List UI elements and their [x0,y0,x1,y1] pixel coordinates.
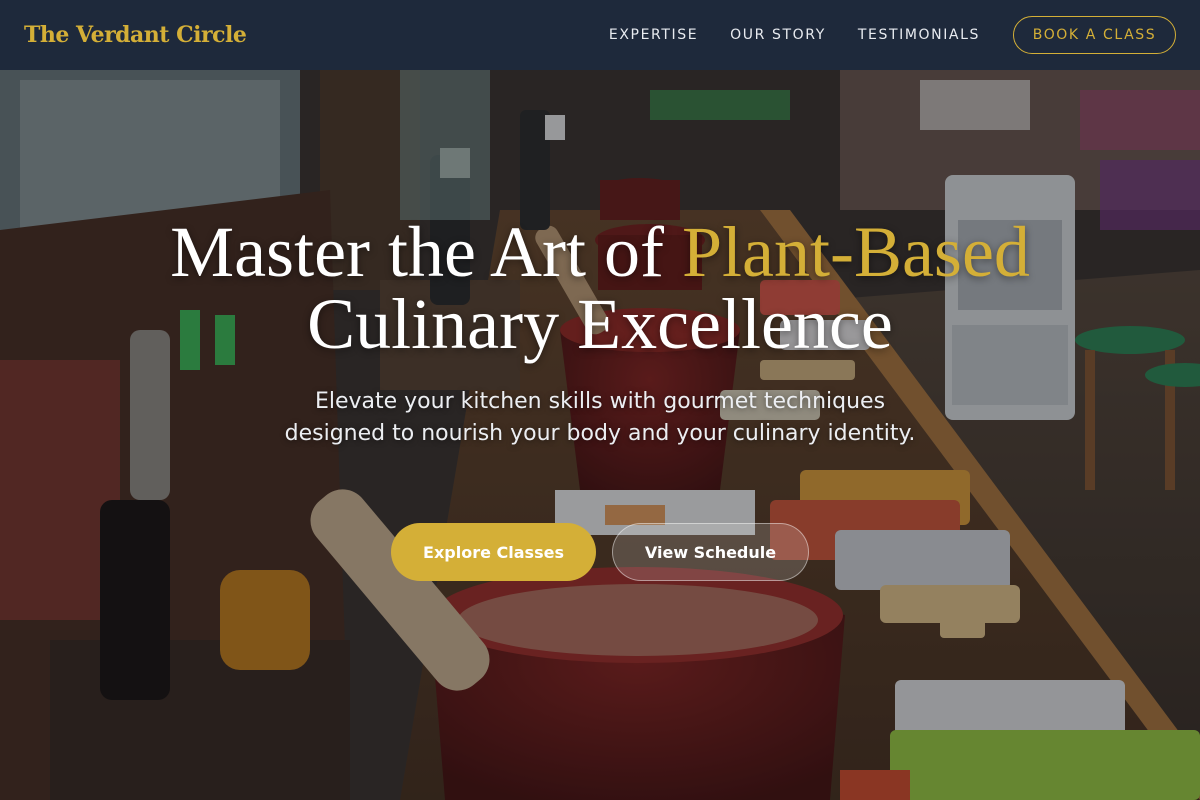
hero-content: Master the Art of Plant-Based Culinary E… [0,70,1200,800]
hero-section: Master the Art of Plant-Based Culinary E… [0,70,1200,800]
explore-classes-button[interactable]: Explore Classes [391,523,596,581]
hero-headline-lead: Master the Art of [170,212,682,292]
nav-link-our-story[interactable]: OUR STORY [730,27,826,43]
brand-logo[interactable]: The Verdant Circle [24,22,247,48]
site-header: The Verdant Circle EXPERTISE OUR STORY T… [0,0,1200,70]
hero-headline-line-2: Culinary Excellence [307,284,893,364]
hero-headline-line-1: Master the Art of Plant-Based [0,216,1200,288]
hero-headline-accent: Plant-Based [681,212,1030,292]
nav-link-testimonials[interactable]: TESTIMONIALS [858,27,980,43]
nav-link-expertise[interactable]: EXPERTISE [609,27,698,43]
main-nav: EXPERTISE OUR STORY TESTIMONIALS BOOK A … [609,16,1176,54]
hero-headline: Master the Art of Plant-Based Culinary E… [0,216,1200,360]
view-schedule-button[interactable]: View Schedule [612,523,809,581]
book-a-class-button[interactable]: BOOK A CLASS [1013,16,1176,54]
hero-subtitle: Elevate your kitchen skills with gourmet… [284,389,916,446]
